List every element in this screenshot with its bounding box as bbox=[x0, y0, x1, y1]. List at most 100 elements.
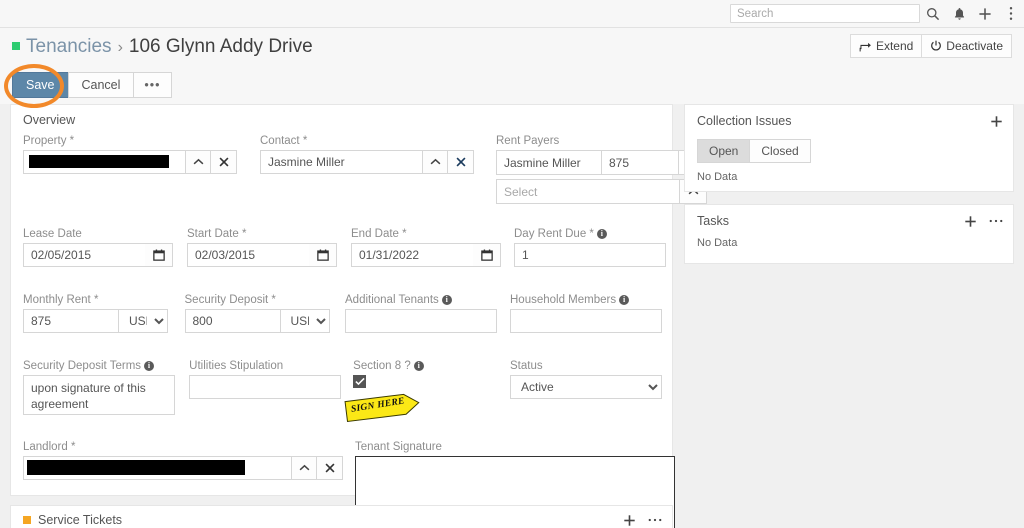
rent-payer-select-placeholder: Select bbox=[496, 179, 679, 204]
day-rent-due-label: Day Rent Due * i bbox=[514, 228, 666, 240]
info-icon[interactable]: i bbox=[414, 361, 424, 371]
service-tickets-bullet-icon bbox=[23, 516, 31, 524]
security-deposit-input[interactable] bbox=[185, 309, 280, 333]
info-icon[interactable]: i bbox=[442, 295, 452, 305]
field-security-deposit: Security Deposit * USD bbox=[185, 294, 333, 333]
monthly-rent-input[interactable] bbox=[23, 309, 118, 333]
start-date-input[interactable] bbox=[187, 243, 309, 267]
day-rent-due-input[interactable] bbox=[514, 243, 666, 267]
search-icon[interactable] bbox=[920, 3, 946, 25]
overview-card: Overview Property * bbox=[10, 104, 673, 496]
property-combobox[interactable] bbox=[23, 150, 237, 174]
action-bar: Save Cancel ••• bbox=[0, 70, 1024, 104]
field-property: Property * bbox=[23, 135, 237, 204]
service-tickets-more-icon[interactable] bbox=[648, 518, 662, 522]
property-clear-icon[interactable] bbox=[211, 150, 237, 174]
rent-payer-select-row[interactable]: Select bbox=[496, 179, 707, 204]
status-select[interactable]: Active bbox=[510, 375, 662, 399]
field-additional-tenants: Additional Tenants i bbox=[345, 294, 497, 333]
landlord-clear-icon[interactable] bbox=[317, 456, 343, 480]
end-date-input[interactable] bbox=[351, 243, 473, 267]
bell-icon[interactable] bbox=[946, 3, 972, 25]
breadcrumb-link-tenancies[interactable]: Tenancies bbox=[26, 36, 112, 58]
household-members-input[interactable] bbox=[510, 309, 662, 333]
household-members-label: Household Members i bbox=[510, 294, 662, 306]
field-start-date: Start Date * bbox=[187, 228, 337, 267]
security-deposit-terms-textarea[interactable]: upon signature of this agreement bbox=[23, 375, 175, 415]
kebab-menu-icon[interactable] bbox=[998, 3, 1024, 25]
form-row-4: Security Deposit Terms i upon signature … bbox=[23, 360, 662, 415]
tab-closed[interactable]: Closed bbox=[749, 139, 810, 163]
landlord-combobox[interactable] bbox=[23, 456, 343, 480]
deactivate-button[interactable]: Deactivate bbox=[921, 34, 1012, 58]
plus-icon[interactable] bbox=[972, 3, 998, 25]
more-actions-button[interactable]: ••• bbox=[133, 72, 171, 98]
lease-date-input[interactable] bbox=[23, 243, 145, 267]
rent-payer-name: Jasmine Miller bbox=[496, 150, 601, 175]
field-lease-date: Lease Date bbox=[23, 228, 173, 267]
info-icon[interactable]: i bbox=[619, 295, 629, 305]
overview-section-title: Overview bbox=[23, 113, 75, 127]
section-8-checkbox[interactable] bbox=[353, 375, 366, 388]
contact-clear-icon[interactable] bbox=[448, 150, 474, 174]
service-tickets-header: Service Tickets bbox=[11, 506, 672, 527]
search-input[interactable] bbox=[730, 4, 920, 23]
add-service-ticket-plus-icon[interactable] bbox=[623, 514, 636, 527]
security-deposit-terms-label: Security Deposit Terms i bbox=[23, 360, 178, 372]
calendar-icon[interactable] bbox=[145, 243, 173, 267]
monthly-rent-currency-select[interactable]: USD bbox=[118, 309, 168, 333]
service-tickets-title-group: Service Tickets bbox=[23, 513, 122, 527]
add-task-plus-icon[interactable] bbox=[964, 215, 977, 228]
additional-tenants-label: Additional Tenants i bbox=[345, 294, 497, 306]
contact-expand-icon[interactable] bbox=[422, 150, 448, 174]
rent-payers-label: Rent Payers bbox=[496, 135, 707, 147]
page-header: Tenancies › 106 Glynn Addy Drive Extend … bbox=[0, 28, 1024, 70]
top-bar bbox=[0, 0, 1024, 28]
household-members-label-text: Household Members bbox=[510, 294, 616, 306]
info-icon[interactable]: i bbox=[144, 361, 154, 371]
tasks-more-icon[interactable] bbox=[989, 219, 1003, 223]
service-tickets-actions bbox=[623, 514, 662, 527]
header-actions: Extend Deactivate bbox=[851, 34, 1012, 58]
deactivate-label: Deactivate bbox=[946, 39, 1003, 53]
day-rent-due-label-text: Day Rent Due * bbox=[514, 228, 594, 240]
breadcrumb: Tenancies › 106 Glynn Addy Drive bbox=[12, 36, 313, 58]
rent-payer-row: Jasmine Miller bbox=[496, 150, 707, 175]
additional-tenants-input[interactable] bbox=[345, 309, 497, 333]
tab-open[interactable]: Open bbox=[697, 139, 750, 163]
add-collection-issue-plus-icon[interactable] bbox=[990, 115, 1003, 128]
rent-payer-amount-input[interactable] bbox=[601, 150, 679, 175]
landlord-redaction-bar bbox=[27, 460, 245, 475]
field-security-deposit-terms: Security Deposit Terms i upon signature … bbox=[23, 360, 178, 415]
contact-input[interactable] bbox=[260, 150, 422, 174]
extend-label: Extend bbox=[876, 39, 913, 53]
collection-issues-header: Collection Issues bbox=[685, 105, 1013, 135]
field-monthly-rent: Monthly Rent * USD bbox=[23, 294, 171, 333]
calendar-icon[interactable] bbox=[309, 243, 337, 267]
tenancy-form: Property * Contact * bbox=[23, 135, 662, 528]
save-button[interactable]: Save bbox=[12, 72, 69, 98]
calendar-icon[interactable] bbox=[473, 243, 501, 267]
field-rent-payers: Rent Payers Jasmine Miller Select bbox=[496, 135, 707, 204]
status-label: Status bbox=[510, 360, 662, 372]
collection-issues-tabs: Open Closed bbox=[697, 139, 1013, 163]
property-expand-icon[interactable] bbox=[185, 150, 211, 174]
tasks-header: Tasks bbox=[685, 205, 1013, 235]
field-status: Status Active bbox=[510, 360, 662, 415]
landlord-expand-icon[interactable] bbox=[291, 456, 317, 480]
security-deposit-currency-select[interactable]: USD bbox=[280, 309, 330, 333]
lease-date-label: Lease Date bbox=[23, 228, 173, 240]
extend-button[interactable]: Extend bbox=[850, 34, 922, 58]
info-icon[interactable]: i bbox=[597, 229, 607, 239]
cancel-button[interactable]: Cancel bbox=[68, 72, 135, 98]
lease-date-picker[interactable] bbox=[23, 243, 173, 267]
tasks-empty-text: No Data bbox=[685, 235, 1013, 249]
breadcrumb-separator: › bbox=[118, 39, 123, 57]
field-section-8: Section 8 ? i bbox=[353, 360, 497, 415]
contact-combobox[interactable] bbox=[260, 150, 474, 174]
collection-issues-actions bbox=[990, 115, 1003, 128]
start-date-picker[interactable] bbox=[187, 243, 337, 267]
utilities-stipulation-input[interactable] bbox=[189, 375, 341, 399]
section-8-label: Section 8 ? i bbox=[353, 360, 497, 372]
end-date-picker[interactable] bbox=[351, 243, 501, 267]
